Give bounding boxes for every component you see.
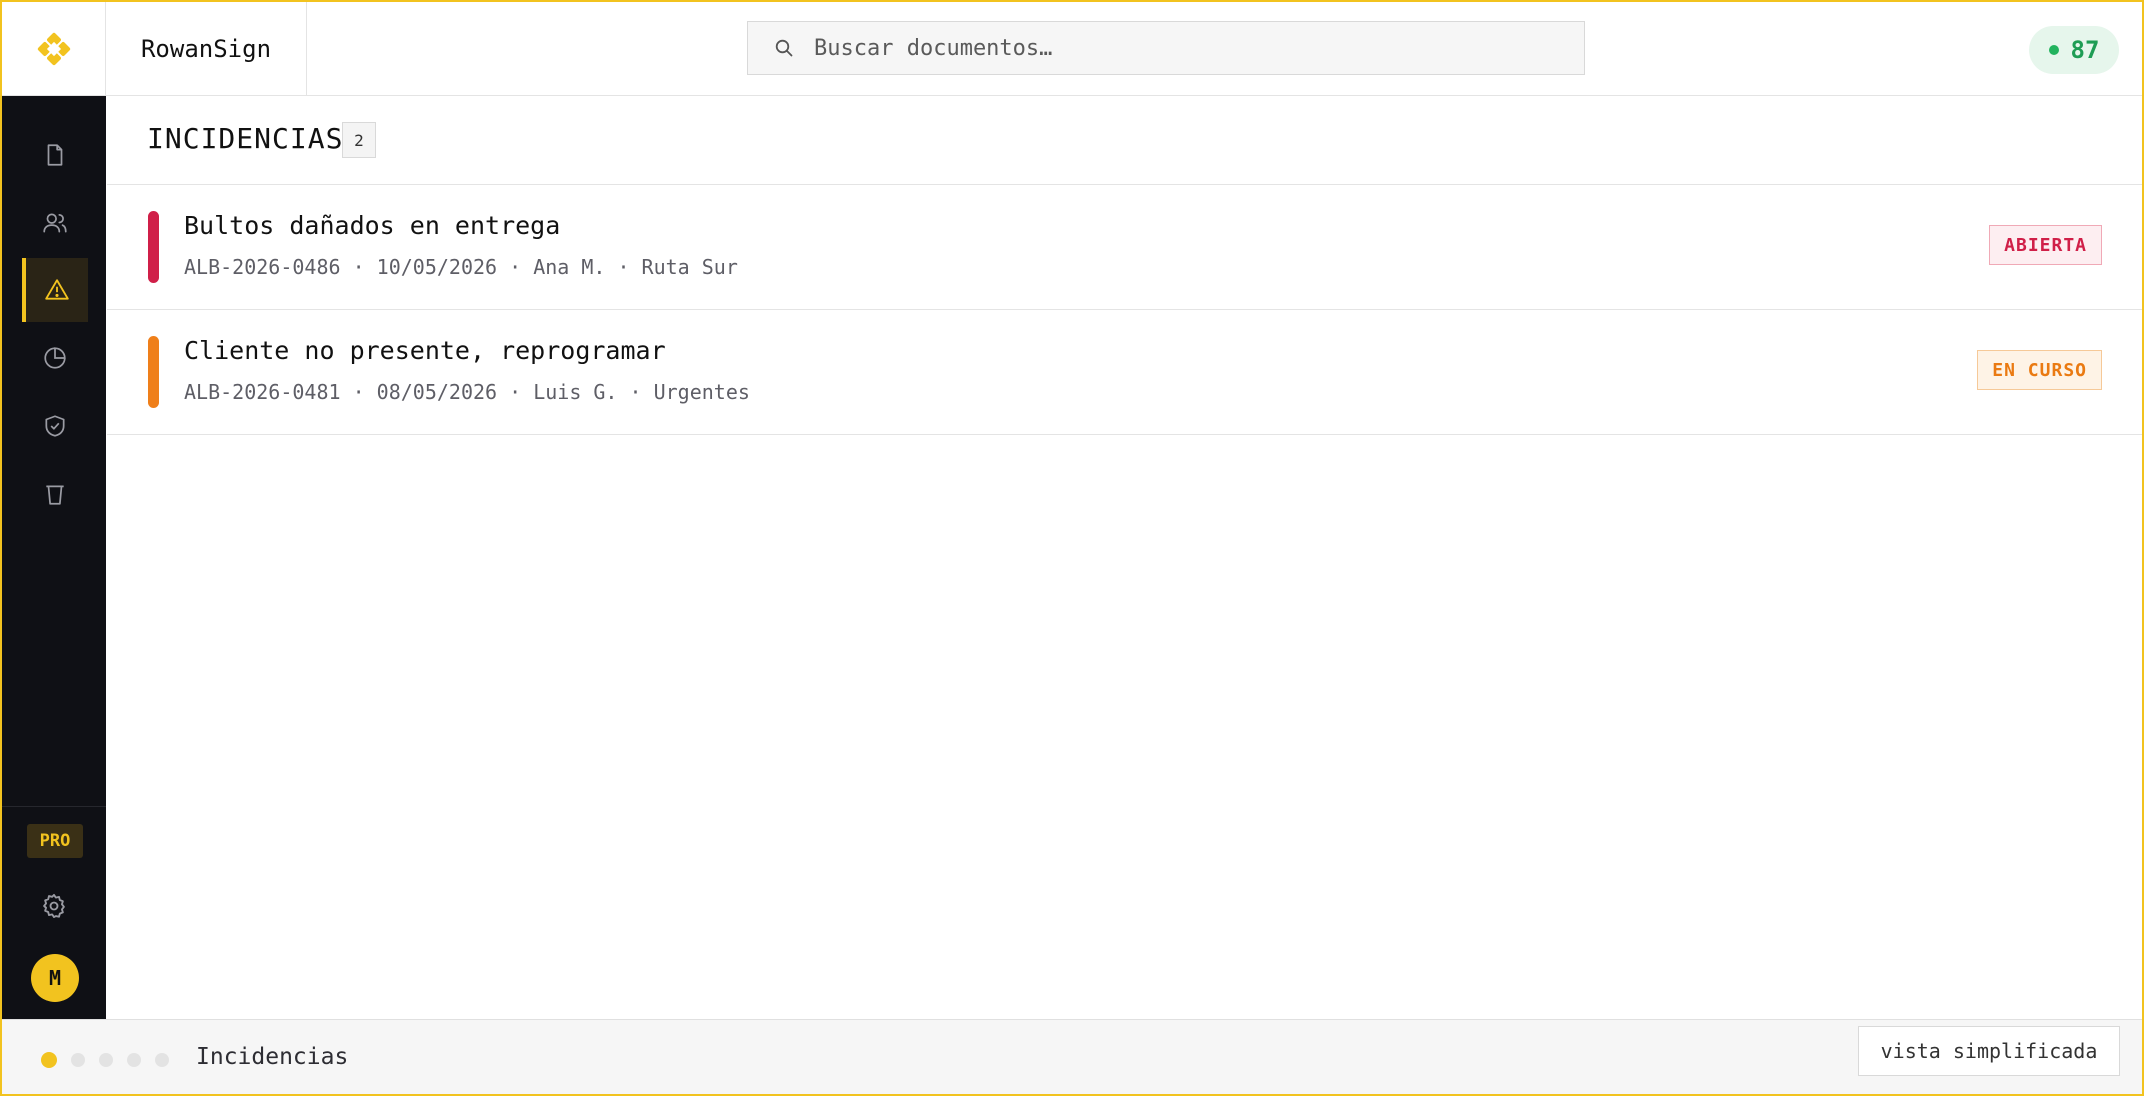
search-box[interactable] bbox=[747, 21, 1585, 75]
sidebar-item-reports[interactable] bbox=[22, 326, 88, 390]
trash-icon bbox=[46, 485, 64, 505]
search-icon bbox=[774, 37, 796, 59]
warning-icon bbox=[45, 279, 69, 300]
severity-bar bbox=[148, 336, 159, 408]
incident-meta: ALB-2026-0481 · 08/05/2026 · Luis G. · U… bbox=[184, 380, 750, 404]
sidebar-item-incidents[interactable] bbox=[22, 258, 88, 322]
section-header: INCIDENCIAS 2 bbox=[107, 96, 2142, 185]
shield-check-icon bbox=[45, 415, 65, 437]
sidebar-item-security[interactable] bbox=[22, 394, 88, 458]
main-content: INCIDENCIAS 2 Bultos dañados en entrega … bbox=[107, 96, 2142, 1019]
step-dot-4[interactable] bbox=[127, 1053, 141, 1067]
simple-view-button[interactable]: vista simplificada bbox=[1858, 1026, 2120, 1076]
incident-title: Cliente no presente, reprogramar bbox=[184, 336, 666, 365]
logo-icon bbox=[37, 32, 70, 65]
brand-name: RowanSign bbox=[106, 2, 307, 95]
step-dot-5[interactable] bbox=[155, 1053, 169, 1067]
sidebar-divider bbox=[2, 806, 106, 807]
document-icon bbox=[47, 144, 63, 166]
page-title: INCIDENCIAS bbox=[147, 122, 344, 155]
score-value: 87 bbox=[2070, 36, 2100, 64]
severity-bar bbox=[148, 211, 159, 283]
logo[interactable] bbox=[2, 2, 106, 95]
status-badge: ABIERTA bbox=[1989, 225, 2102, 265]
sidebar: PRO M bbox=[2, 96, 106, 1019]
sidebar-item-users[interactable] bbox=[22, 191, 88, 255]
plan-badge[interactable]: PRO bbox=[27, 824, 83, 858]
top-bar: RowanSign 87 bbox=[2, 2, 2142, 96]
search-input[interactable] bbox=[812, 34, 1576, 62]
sidebar-item-documents[interactable] bbox=[22, 123, 88, 187]
step-dot-1[interactable] bbox=[41, 1052, 57, 1068]
score-badge[interactable]: 87 bbox=[2029, 26, 2119, 74]
step-dot-3[interactable] bbox=[99, 1053, 113, 1067]
incident-meta: ALB-2026-0486 · 10/05/2026 · Ana M. · Ru… bbox=[184, 255, 738, 279]
incident-title: Bultos dañados en entrega bbox=[184, 211, 561, 240]
users-icon bbox=[43, 213, 67, 233]
sidebar-item-trash[interactable] bbox=[22, 462, 88, 526]
incident-row-1[interactable]: Bultos dañados en entrega ALB-2026-0486 … bbox=[107, 185, 2142, 310]
pie-chart-icon bbox=[44, 347, 66, 369]
count-badge: 2 bbox=[342, 122, 376, 158]
status-dot-icon bbox=[2048, 45, 2059, 55]
step-dot-2[interactable] bbox=[71, 1053, 85, 1067]
app-window: RowanSign 87 bbox=[0, 0, 2144, 1096]
incident-row-2[interactable]: Cliente no presente, reprogramar ALB-202… bbox=[107, 310, 2142, 435]
footer-bar: Incidencias vista simplificada bbox=[2, 1019, 2142, 1094]
status-badge: EN CURSO bbox=[1977, 350, 2102, 390]
footer-section-label: Incidencias bbox=[196, 1044, 349, 1070]
settings-button[interactable] bbox=[38, 890, 70, 922]
gear-icon bbox=[43, 893, 65, 919]
avatar[interactable]: M bbox=[31, 954, 79, 1002]
